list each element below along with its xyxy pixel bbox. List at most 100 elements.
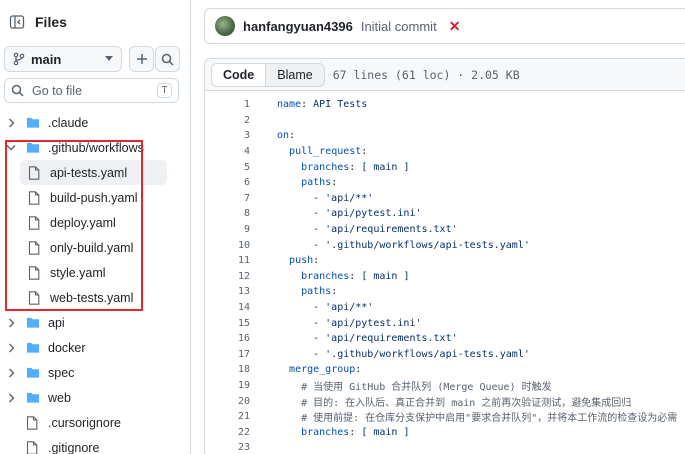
tree-item-label: web-tests.yaml bbox=[50, 290, 134, 305]
commit-author[interactable]: hanfangyuan4396 bbox=[243, 19, 353, 34]
code-line: 15 - 'api/pytest.ini' bbox=[205, 315, 685, 331]
file-icon bbox=[28, 265, 40, 280]
sidebar-toggle-button[interactable] bbox=[5, 10, 29, 34]
line-number[interactable]: 12 bbox=[205, 271, 250, 282]
file-tree: .claude .github/workflows api-tests.yaml bu… bbox=[0, 110, 190, 454]
file-viewer: Code Blame 67 lines (61 loc) · 2.05 KB 1… bbox=[204, 58, 685, 454]
code-text: - 'api/pytest.ini' bbox=[277, 317, 422, 329]
code-line: 9 - 'api/requirements.txt' bbox=[205, 222, 685, 238]
tree-item-label: api-tests.yaml bbox=[50, 165, 128, 180]
tree-file[interactable]: api-tests.yaml bbox=[20, 160, 167, 185]
code-text: pull_request: bbox=[289, 146, 368, 158]
tree-folder[interactable]: .github/workflows bbox=[0, 135, 190, 160]
tab-blame[interactable]: Blame bbox=[266, 64, 323, 86]
git-branch-icon bbox=[13, 52, 25, 66]
branch-selector-button[interactable]: main bbox=[4, 46, 122, 72]
search-icon bbox=[161, 53, 174, 66]
line-number[interactable]: 14 bbox=[205, 302, 250, 313]
code-text: branches: [ main ] bbox=[301, 270, 410, 282]
code-text: paths: bbox=[301, 177, 338, 189]
chevron-right-icon bbox=[8, 118, 14, 127]
add-file-button[interactable] bbox=[129, 46, 154, 72]
line-number[interactable]: 2 bbox=[205, 115, 250, 126]
file-viewer-header: Code Blame 67 lines (61 loc) · 2.05 KB bbox=[205, 59, 685, 91]
line-number[interactable]: 13 bbox=[205, 286, 250, 297]
code-text: - 'api/**' bbox=[277, 192, 374, 204]
line-number[interactable]: 3 bbox=[205, 130, 250, 141]
code-line: 19 # 当使用 GitHub 合并队列 (Merge Queue) 时触发 bbox=[205, 378, 685, 394]
tree-file[interactable]: build-push.yaml bbox=[0, 185, 190, 210]
tree-item-label: api bbox=[48, 315, 65, 330]
line-number[interactable]: 1 bbox=[205, 99, 250, 110]
code-text: branches: [ main ] bbox=[301, 426, 410, 438]
code-text: # 目的: 在入队后、真正合并到 main 之前再次验证测试，避免集成回归 bbox=[301, 397, 632, 409]
tree-item-label: deploy.yaml bbox=[50, 215, 116, 230]
line-number[interactable]: 23 bbox=[205, 442, 250, 453]
line-number[interactable]: 21 bbox=[205, 411, 250, 422]
branch-name: main bbox=[31, 51, 62, 67]
search-files-button[interactable] bbox=[155, 46, 180, 72]
line-number[interactable]: 4 bbox=[205, 146, 250, 157]
code-line: 13 paths: bbox=[205, 284, 685, 300]
code-text: - 'api/pytest.ini' bbox=[277, 208, 422, 220]
tree-folder[interactable]: web bbox=[0, 385, 190, 410]
code-text: - 'api/requirements.txt' bbox=[277, 224, 458, 236]
tree-file[interactable]: web-tests.yaml bbox=[0, 285, 190, 310]
code-line: 5 branches: [ main ] bbox=[205, 159, 685, 175]
tree-file[interactable]: style.yaml bbox=[0, 260, 190, 285]
line-number[interactable]: 8 bbox=[205, 208, 250, 219]
line-number[interactable]: 11 bbox=[205, 255, 250, 266]
tree-folder[interactable]: .claude bbox=[0, 110, 190, 135]
code-text: merge_group: bbox=[289, 364, 362, 376]
code-line: 22 branches: [ main ] bbox=[205, 424, 685, 440]
line-number[interactable]: 16 bbox=[205, 333, 250, 344]
code-text: - '.github/workflows/api-tests.yaml' bbox=[277, 348, 530, 360]
commit-message[interactable]: Initial commit bbox=[361, 19, 437, 34]
code-text: # 当使用 GitHub 合并队列 (Merge Queue) 时触发 bbox=[301, 381, 552, 393]
line-number[interactable]: 15 bbox=[205, 318, 250, 329]
tree-file[interactable]: deploy.yaml bbox=[0, 210, 190, 235]
code-line: 7 - 'api/**' bbox=[205, 191, 685, 207]
view-mode-toggle: Code Blame bbox=[211, 62, 325, 87]
go-to-file-placeholder: Go to file bbox=[32, 83, 83, 98]
tree-folder[interactable]: spec bbox=[0, 360, 190, 385]
tree-folder[interactable]: api bbox=[0, 310, 190, 335]
line-number[interactable]: 7 bbox=[205, 193, 250, 204]
plus-icon bbox=[136, 54, 147, 64]
file-icon bbox=[28, 215, 40, 230]
code-line: 2 bbox=[205, 113, 685, 129]
tree-item-label: build-push.yaml bbox=[50, 190, 138, 205]
file-icon bbox=[26, 440, 38, 454]
line-number[interactable]: 20 bbox=[205, 396, 250, 407]
line-number[interactable]: 17 bbox=[205, 349, 250, 360]
line-number[interactable]: 22 bbox=[205, 427, 250, 438]
avatar[interactable] bbox=[215, 16, 235, 36]
tree-file[interactable]: .gitignore bbox=[0, 435, 190, 454]
caret-down-icon bbox=[105, 56, 113, 61]
file-icon bbox=[28, 165, 40, 180]
line-number[interactable]: 6 bbox=[205, 177, 250, 188]
line-number[interactable]: 10 bbox=[205, 240, 250, 251]
code-text: name: API Tests bbox=[277, 99, 368, 111]
file-icon bbox=[28, 190, 40, 205]
line-number[interactable]: 9 bbox=[205, 224, 250, 235]
line-number[interactable]: 18 bbox=[205, 364, 250, 375]
code-line: 10 - '.github/workflows/api-tests.yaml' bbox=[205, 237, 685, 253]
folder-icon bbox=[26, 367, 40, 378]
folder-icon bbox=[26, 142, 40, 153]
tree-item-label: only-build.yaml bbox=[50, 240, 134, 255]
folder-icon bbox=[26, 392, 40, 403]
file-icon bbox=[28, 240, 40, 255]
tree-folder[interactable]: docker bbox=[0, 335, 190, 360]
tree-file[interactable]: .cursorignore bbox=[0, 410, 190, 435]
tree-item-label: spec bbox=[48, 365, 75, 380]
tab-code[interactable]: Code bbox=[212, 63, 267, 86]
chevron-right-icon bbox=[8, 318, 14, 327]
tree-file[interactable]: only-build.yaml bbox=[0, 235, 190, 260]
go-to-file-input[interactable]: Go to file T bbox=[4, 78, 179, 103]
line-number[interactable]: 5 bbox=[205, 162, 250, 173]
code-text: # 使用前提: 在仓库分支保护中启用"要求合并队列"，并将本工作流的检查设为必需 bbox=[301, 413, 678, 425]
line-number[interactable]: 19 bbox=[205, 380, 250, 391]
x-icon[interactable]: ✕ bbox=[449, 18, 461, 35]
folder-icon bbox=[26, 342, 40, 353]
